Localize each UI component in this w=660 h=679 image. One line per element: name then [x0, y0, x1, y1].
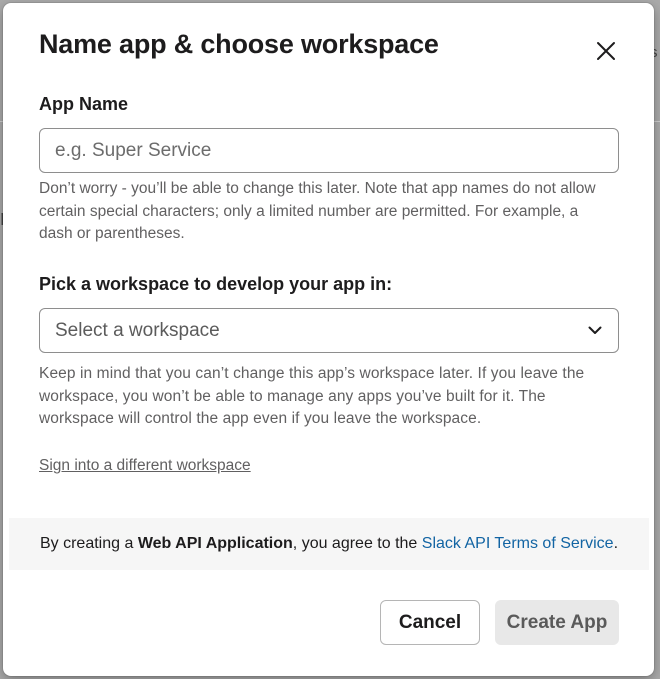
- terms-prefix: By creating a: [39, 535, 134, 552]
- terms-suffix: .: [613, 535, 619, 552]
- create-app-button[interactable]: Create App: [495, 600, 619, 645]
- workspace-select[interactable]: Select a workspace: [39, 308, 619, 353]
- close-button[interactable]: [591, 36, 621, 66]
- close-icon: [597, 42, 615, 60]
- terms-app-type: Web API Application: [137, 535, 293, 552]
- terms-notice: By creating a Web API Application, you a…: [9, 518, 649, 570]
- terms-of-service-link[interactable]: Slack API Terms of Service: [422, 535, 614, 553]
- workspace-hint: Keep in mind that you can’t change this …: [39, 365, 585, 427]
- app-name-hint: Don’t worry - you’ll be able to change t…: [39, 180, 596, 242]
- cancel-button[interactable]: Cancel: [380, 600, 480, 645]
- sign-into-different-workspace-link[interactable]: Sign into a different workspace: [39, 457, 251, 475]
- chevron-down-icon: [587, 323, 603, 339]
- app-name-input[interactable]: [39, 128, 619, 173]
- workspace-label: Pick a workspace to develop your app in:: [39, 274, 393, 294]
- app-name-label: App Name: [39, 94, 129, 114]
- terms-middle: , you agree to the: [292, 535, 418, 552]
- modal-title: Name app & choose workspace: [39, 29, 439, 59]
- create-app-modal: Name app & choose workspace App Name Don…: [3, 3, 654, 676]
- workspace-select-value: Select a workspace: [55, 319, 220, 341]
